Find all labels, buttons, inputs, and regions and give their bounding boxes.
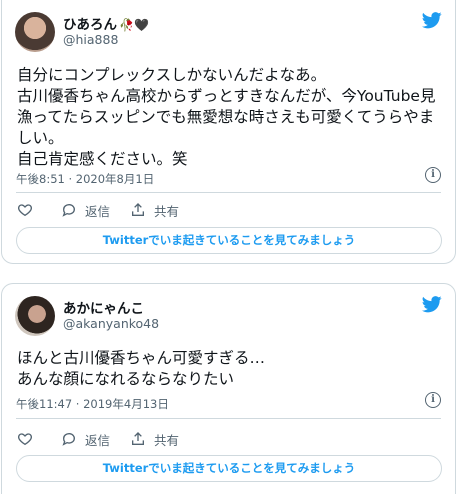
share-icon [132,203,144,216]
divider [16,418,441,419]
share-icon [132,432,144,445]
info-icon[interactable]: i [425,167,441,183]
twitter-bird-icon[interactable] [421,294,443,314]
reply-label: 返信 [85,203,111,219]
tweet-actions: 返信 共有 [17,199,441,221]
share-label: 共有 [154,432,180,448]
author-emoji: 🥀🖤 [119,18,149,32]
author-handle[interactable]: @hia888 [63,32,118,47]
reply-label: 返信 [85,432,111,448]
author-name[interactable]: あかにゃんこ [63,297,144,317]
tweet-text: ほんと古川優香ちゃん可愛すぎる… あんな顔になれるならなりたい [17,349,266,388]
share-button[interactable]: 共有 [130,199,179,221]
heart-icon [18,433,32,446]
author-name[interactable]: ひあろん 🥀🖤 [63,13,149,33]
tweet-header: ひあろん 🥀🖤 @hia888 [15,10,443,54]
share-label: 共有 [154,203,180,219]
tweet-header: あかにゃんこ @akanyanko48 [15,294,443,338]
divider [16,192,441,193]
tweet-timestamp[interactable]: 午後8:51 · 2020年8月1日 [16,171,154,187]
see-whats-happening-button[interactable]: Twitterでいま起きていることを見てみましょう [16,455,442,482]
avatar[interactable] [15,296,55,336]
tweet-card: ひあろん 🥀🖤 @hia888 自分にコンプレックスしかないんだよなあ。 古川優香… [1,0,456,264]
tweet-card: あかにゃんこ @akanyanko48 ほんと古川優香ちゃん可愛すぎる… あんな… [1,283,456,494]
author-name-text[interactable]: ひあろん [63,17,117,33]
like-button[interactable] [17,199,33,221]
tweet-timestamp[interactable]: 午後11:47 · 2019年4月13日 [16,396,169,412]
twitter-bird-icon[interactable] [421,10,443,30]
reply-bubble-icon [62,433,75,446]
share-button[interactable]: 共有 [130,428,179,450]
author-handle[interactable]: @akanyanko48 [63,316,159,331]
see-whats-happening-button[interactable]: Twitterでいま起きていることを見てみましょう [16,227,442,254]
avatar[interactable] [15,12,55,52]
reply-button[interactable]: 返信 [61,199,110,221]
tweet-actions: 返信 共有 [17,428,441,450]
reply-bubble-icon [62,204,75,217]
tweet-text: 自分にコンプレックスしかないんだよなあ。 古川優香ちゃん高校からずっとすきなんだ… [17,66,436,168]
heart-icon [18,204,32,217]
like-button[interactable] [17,428,33,450]
reply-button[interactable]: 返信 [61,428,110,450]
info-icon[interactable]: i [425,392,441,408]
